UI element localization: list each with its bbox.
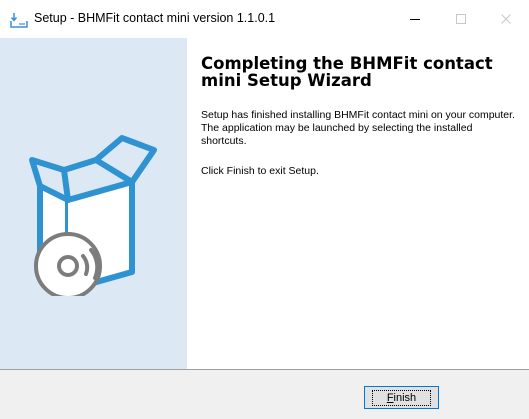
window-title: Setup - BHMFit contact mini version 1.1.… [34,11,276,25]
open-box-with-disc-icon [29,135,157,296]
setup-window: Setup - BHMFit contact mini version 1.1.… [0,0,529,419]
page-title: Completing the BHMFit contact mini Setup… [201,54,493,90]
finish-button-label: Finish [371,389,432,406]
wizard-content: Completing the BHMFit contact mini Setup… [201,55,517,178]
minimize-icon [410,19,420,20]
title-bar[interactable]: Setup - BHMFit contact mini version 1.1.… [0,0,529,38]
completion-message: Setup has finished installing BHMFit con… [201,109,515,147]
finish-button[interactable]: Finish [364,386,439,409]
wizard-side-panel [0,38,187,369]
maximize-button[interactable] [438,0,484,38]
minimize-button[interactable] [392,0,438,38]
finish-label-rest: inish [393,391,417,404]
close-icon [501,14,511,24]
setup-install-icon [10,13,28,28]
button-bar: Finish [0,370,529,419]
finish-accelerator: F [386,391,394,404]
maximize-icon [456,14,466,24]
close-button[interactable] [483,0,529,38]
exit-instruction: Click Finish to exit Setup. [201,165,319,177]
